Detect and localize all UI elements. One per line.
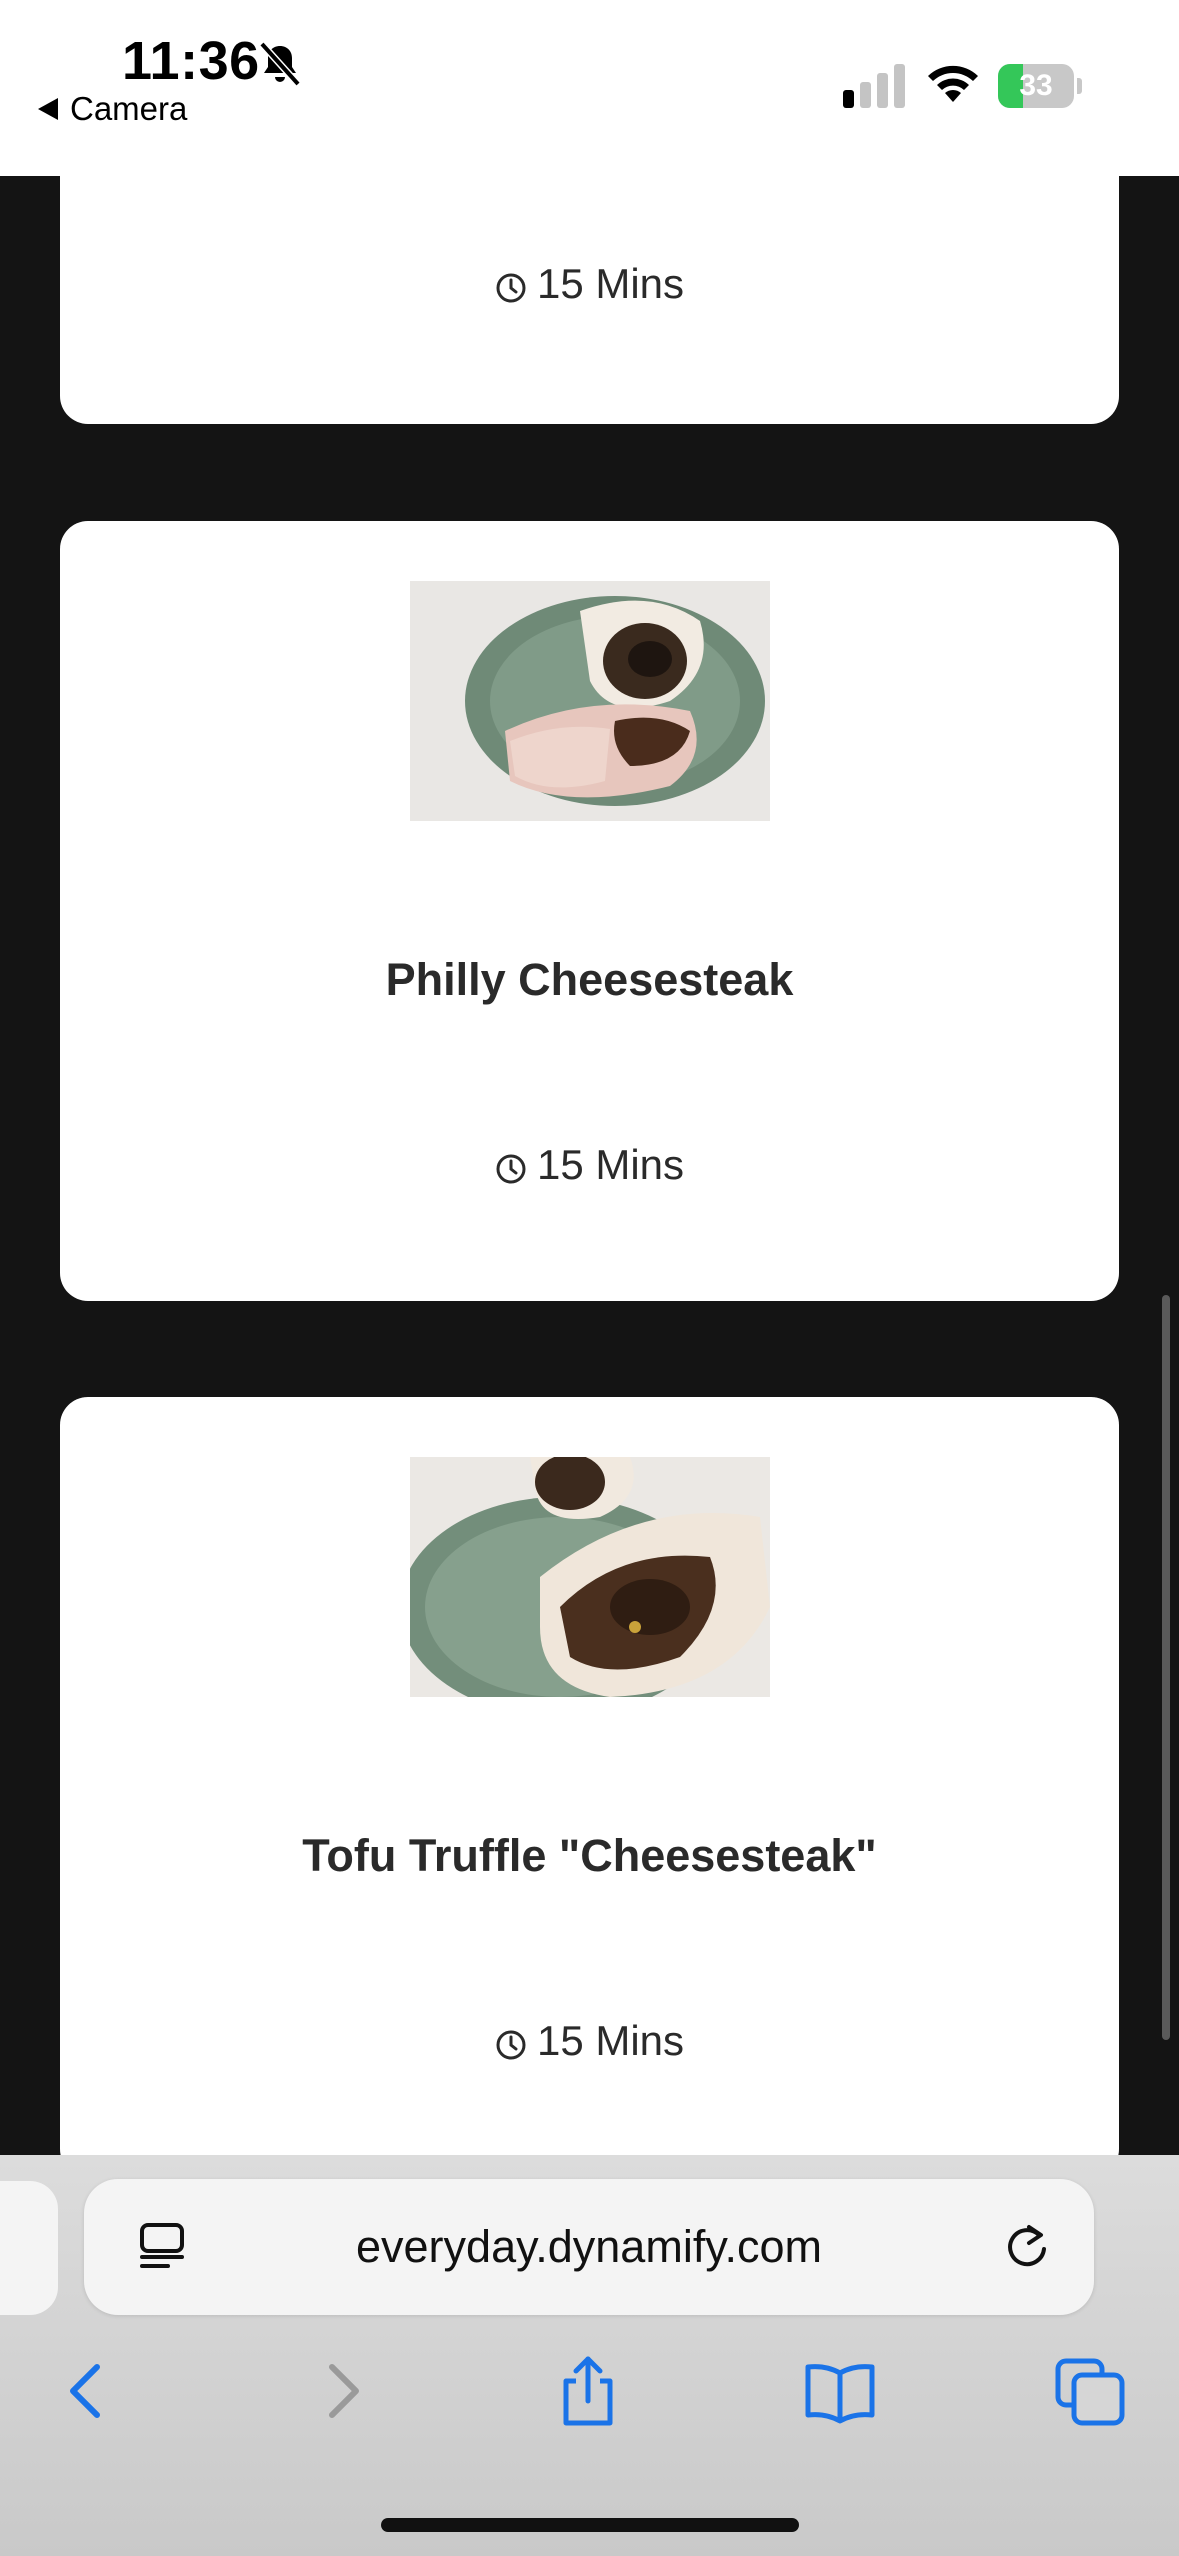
recipe-card-tofu-truffle-cheesesteak[interactable]: Tofu Truffle "Cheesesteak" 15 Mins [60, 1397, 1119, 2177]
recipe-time: 15 Mins [60, 2017, 1119, 2065]
share-icon[interactable] [548, 2351, 628, 2431]
cellular-signal-icon [843, 64, 905, 108]
clock-icon [496, 2030, 526, 2060]
previous-tab-peek[interactable] [0, 2181, 58, 2315]
clock-icon [496, 1154, 526, 1184]
tofu-truffle-cheesesteak-photo [410, 1457, 770, 1697]
scroll-indicator[interactable] [1162, 1295, 1170, 2040]
reload-icon[interactable] [999, 2219, 1055, 2275]
recipe-time-label: 15 Mins [536, 1141, 685, 1188]
recipe-time-label: 15 Mins [536, 260, 685, 307]
battery-percent: 33 [1019, 69, 1053, 102]
philly-cheesesteak-photo [410, 581, 770, 821]
back-to-camera-link[interactable]: Camera [38, 90, 187, 128]
recipe-title[interactable]: Philly Cheesesteak [60, 954, 1119, 1006]
url-text[interactable]: everyday.dynamify.com [84, 2179, 1094, 2315]
bell-slash-icon [259, 41, 301, 87]
recipe-time: 15 Mins [60, 260, 1119, 308]
address-bar[interactable]: everyday.dynamify.com [84, 2179, 1094, 2315]
recipe-time: 15 Mins [60, 1141, 1119, 1189]
clock-icon [496, 273, 526, 303]
home-indicator[interactable] [381, 2518, 799, 2532]
back-icon[interactable] [47, 2351, 127, 2431]
battery-charging-icon: 33 [998, 64, 1082, 108]
recipe-card-philly-cheesesteak[interactable]: Philly Cheesesteak 15 Mins [60, 521, 1119, 1301]
status-bar: 11:36 Camera 33 [0, 0, 1179, 176]
recipe-time-label: 15 Mins [536, 2017, 685, 2064]
recipe-title[interactable]: Tofu Truffle "Cheesesteak" [60, 1830, 1119, 1882]
browser-toolbar: everyday.dynamify.com [0, 2155, 1179, 2556]
tabs-icon[interactable] [1050, 2351, 1130, 2431]
back-camera-label: Camera [70, 90, 188, 127]
back-triangle-icon [38, 98, 58, 120]
wifi-icon [928, 65, 978, 102]
bookmarks-icon[interactable] [800, 2351, 880, 2431]
status-time: 11:36 [122, 31, 260, 91]
forward-icon[interactable] [302, 2351, 382, 2431]
